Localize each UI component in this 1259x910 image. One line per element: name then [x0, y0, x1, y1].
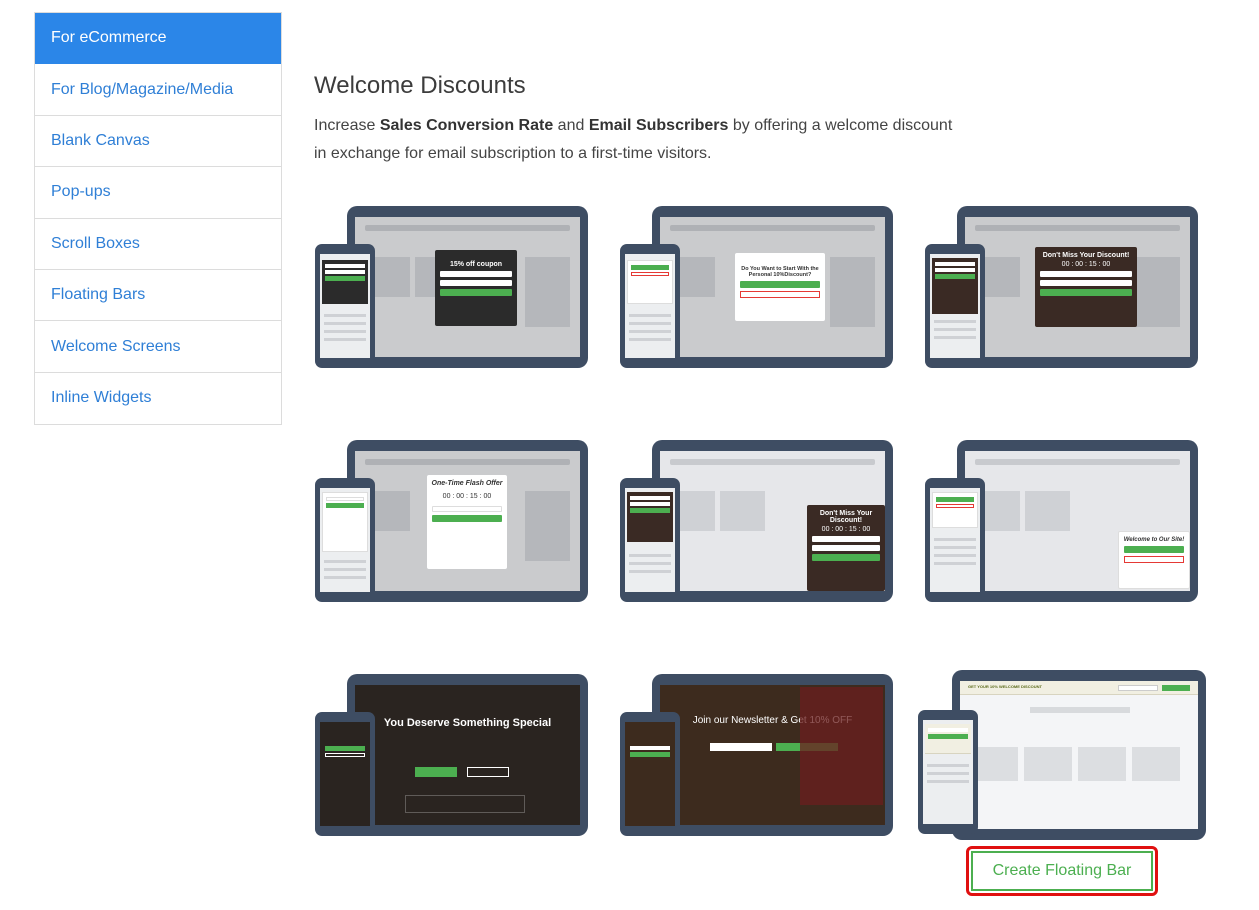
phone-screen — [320, 488, 370, 592]
template-card-3[interactable]: Don't Miss Your Discount! 00 : 00 : 15 :… — [925, 206, 1198, 370]
desc-text-1: Increase — [314, 117, 380, 134]
template-card-1[interactable]: 15% off coupon — [315, 206, 588, 370]
floating-bar-preview: GET YOUR 10% WELCOME DISCOUNT — [960, 681, 1198, 695]
phone-screen — [625, 722, 675, 826]
laptop-mockup: Join our Newsletter & Get 10% OFF — [652, 674, 893, 836]
laptop-screen: GET YOUR 10% WELCOME DISCOUNT — [960, 681, 1198, 829]
phone-mockup — [620, 712, 680, 836]
sidebar-item-popups[interactable]: Pop-ups — [35, 167, 281, 219]
laptop-screen: You Deserve Something Special — [355, 685, 580, 825]
template-headline: You Deserve Something Special — [383, 717, 552, 729]
phone-screen — [320, 254, 370, 358]
phone-screen — [625, 488, 675, 592]
sidebar-item-blog-magazine-media[interactable]: For Blog/Magazine/Media — [35, 64, 281, 116]
laptop-screen: Join our Newsletter & Get 10% OFF — [660, 685, 885, 825]
laptop-mockup: Welcome to Our Site! — [957, 440, 1198, 602]
desc-bold-2: Email Subscribers — [588, 117, 729, 134]
desc-text-2: and — [553, 117, 589, 134]
phone-mockup — [620, 478, 680, 602]
laptop-screen: One-Time Flash Offer 00 : 00 : 15 : 00 — [355, 451, 580, 591]
phone-mockup — [315, 478, 375, 602]
popup-preview: One-Time Flash Offer 00 : 00 : 15 : 00 — [427, 475, 507, 569]
sidebar-item-scroll-boxes[interactable]: Scroll Boxes — [35, 218, 281, 270]
template-card-7[interactable]: You Deserve Something Special — [315, 674, 588, 838]
template-card-2[interactable]: Do You Want to Start With the Personal 1… — [620, 206, 893, 370]
create-floating-bar-button[interactable]: Create Floating Bar — [966, 846, 1158, 896]
phone-mockup — [925, 478, 985, 602]
phone-screen — [930, 488, 980, 592]
template-card-4[interactable]: One-Time Flash Offer 00 : 00 : 15 : 00 — [315, 440, 588, 604]
template-card-9-floating-bar[interactable]: GET YOUR 10% WELCOME DISCOUNT — [918, 670, 1206, 840]
popup-preview: Do You Want to Start With the Personal 1… — [735, 253, 825, 321]
template-headline: Don't Miss Your Discount! — [1042, 252, 1130, 259]
laptop-mockup: You Deserve Something Special — [347, 674, 588, 836]
page-title: Welcome Discounts — [314, 72, 526, 99]
laptop-mockup: Don't Miss Your Discount! 00 : 00 : 15 :… — [652, 440, 893, 602]
sidebar-item-floating-bars[interactable]: Floating Bars — [35, 269, 281, 322]
laptop-mockup: GET YOUR 10% WELCOME DISCOUNT — [952, 670, 1206, 840]
phone-screen — [625, 254, 675, 358]
template-headline: Do You Want to Start With the Personal 1… — [741, 266, 819, 278]
phone-mockup — [925, 244, 985, 368]
sidebar-item-inline-widgets[interactable]: Inline Widgets — [35, 372, 281, 425]
popup-preview: Don't Miss Your Discount! 00 : 00 : 15 :… — [807, 505, 885, 591]
template-headline: Don't Miss Your Discount! — [819, 510, 873, 524]
phone-mockup — [620, 244, 680, 368]
popup-preview: Welcome to Our Site! — [1118, 531, 1190, 589]
laptop-screen: 15% off coupon — [355, 217, 580, 357]
sidebar-item-blank-canvas[interactable]: Blank Canvas — [35, 115, 281, 168]
popup-preview: 15% off coupon — [435, 250, 517, 326]
laptop-screen: Don't Miss Your Discount! 00 : 00 : 15 :… — [660, 451, 885, 591]
template-headline: GET YOUR 10% WELCOME DISCOUNT — [968, 684, 1042, 689]
laptop-mockup: Do You Want to Start With the Personal 1… — [652, 206, 893, 368]
phone-screen — [320, 722, 370, 826]
sidebar-item-ecommerce[interactable]: For eCommerce — [35, 13, 281, 65]
category-sidebar: For eCommerce For Blog/Magazine/Media Bl… — [34, 12, 282, 426]
template-card-8[interactable]: Join our Newsletter & Get 10% OFF — [620, 674, 893, 838]
popup-preview: Don't Miss Your Discount! 00 : 00 : 15 :… — [1035, 247, 1137, 327]
laptop-mockup: One-Time Flash Offer 00 : 00 : 15 : 00 — [347, 440, 588, 602]
phone-screen — [923, 720, 973, 824]
laptop-screen: Do You Want to Start With the Personal 1… — [660, 217, 885, 357]
page-description: Increase Sales Conversion Rate and Email… — [314, 112, 954, 168]
sidebar-item-welcome-screens[interactable]: Welcome Screens — [35, 321, 281, 373]
laptop-screen: Don't Miss Your Discount! 00 : 00 : 15 :… — [965, 217, 1190, 357]
phone-screen — [930, 254, 980, 358]
phone-mockup — [315, 244, 375, 368]
laptop-screen: Welcome to Our Site! — [965, 451, 1190, 591]
template-headline: One-Time Flash Offer — [431, 480, 503, 487]
template-card-5[interactable]: Don't Miss Your Discount! 00 : 00 : 15 :… — [620, 440, 893, 604]
template-card-6[interactable]: Welcome to Our Site! — [925, 440, 1198, 604]
laptop-mockup: 15% off coupon — [347, 206, 588, 368]
phone-mockup — [918, 710, 978, 834]
create-floating-bar-label: Create Floating Bar — [971, 851, 1153, 891]
laptop-mockup: Don't Miss Your Discount! 00 : 00 : 15 :… — [957, 206, 1198, 368]
template-headline: Welcome to Our Site! — [1123, 537, 1185, 543]
template-headline: 15% off coupon — [449, 261, 503, 268]
phone-mockup — [315, 712, 375, 836]
desc-bold-1: Sales Conversion Rate — [379, 117, 554, 134]
